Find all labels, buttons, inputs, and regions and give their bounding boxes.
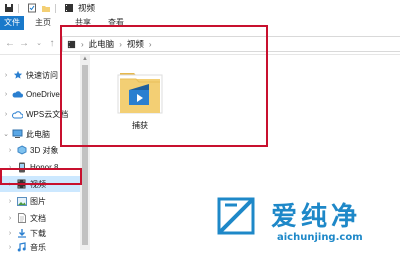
sidebar-item-label: 此电脑 (26, 129, 50, 139)
back-button[interactable]: ← (4, 37, 16, 51)
watermark-url: aichunjing.com (277, 232, 363, 243)
highlight-box (60, 25, 268, 147)
save-icon[interactable] (4, 3, 14, 13)
chevron-right-icon[interactable]: › (6, 147, 14, 154)
sidebar-item-pictures[interactable]: › 图片 (0, 193, 80, 209)
sidebar-item-label: 下载 (30, 228, 46, 238)
wps-cloud-icon (12, 109, 23, 120)
folder-icon (65, 4, 73, 12)
chevron-right-icon[interactable]: › (6, 215, 14, 222)
sidebar-item-label: OneDrive (26, 89, 60, 99)
chevron-right-icon[interactable]: › (2, 111, 10, 118)
chevron-right-icon[interactable]: › (6, 230, 14, 237)
chevron-right-icon[interactable]: › (2, 72, 10, 79)
chevron-right-icon[interactable]: › (6, 244, 14, 251)
highlight-box (0, 168, 82, 185)
sidebar-item-documents[interactable]: › 文档 (0, 210, 80, 226)
star-icon (12, 70, 23, 81)
new-folder-icon[interactable] (41, 3, 51, 13)
chevron-down-icon[interactable]: ⌄ (2, 130, 10, 138)
title-bar: 视频 (0, 0, 400, 16)
watermark-name: 爱纯净 (271, 202, 362, 232)
picture-icon (16, 196, 27, 207)
sidebar-item-label: 图片 (30, 196, 46, 206)
up-button[interactable]: ↑ (46, 37, 58, 51)
document-icon (16, 213, 27, 224)
watermark: 爱纯净 aichunjing.com (215, 190, 400, 250)
download-icon (16, 228, 27, 239)
tab-file[interactable]: 文件 (0, 16, 24, 30)
chevron-right-icon[interactable]: › (6, 198, 14, 205)
sidebar-item-label: 3D 对象 (30, 145, 59, 155)
sidebar-item-music[interactable]: › 音乐 (0, 239, 80, 255)
recent-locations-button[interactable]: ⌄ (33, 37, 45, 51)
watermark-logo (217, 197, 255, 235)
forward-button[interactable]: → (18, 37, 30, 51)
sidebar-item-label: 快速访问 (26, 70, 58, 80)
music-icon (16, 242, 27, 253)
cloud-icon (12, 89, 23, 100)
window-title: 视频 (78, 3, 96, 13)
cube-icon (16, 145, 27, 156)
computer-icon (12, 129, 23, 140)
chevron-right-icon[interactable]: › (2, 91, 10, 98)
tab-home[interactable]: 主页 (35, 16, 51, 30)
sidebar-item-label: 音乐 (30, 242, 46, 252)
properties-icon[interactable] (27, 3, 37, 13)
separator (55, 3, 56, 13)
separator (18, 3, 19, 13)
sidebar-item-label: 文档 (30, 213, 46, 223)
